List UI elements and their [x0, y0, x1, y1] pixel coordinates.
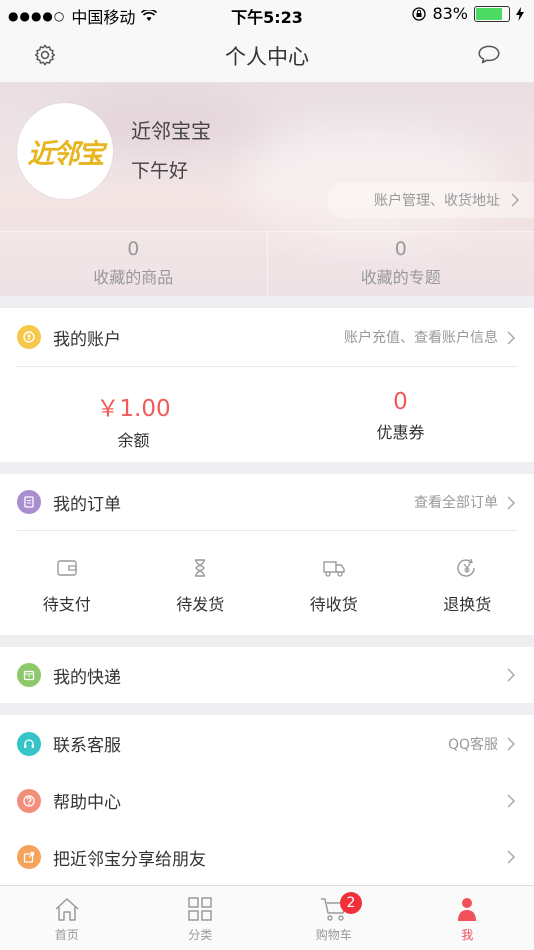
- tab-home[interactable]: 首页: [0, 886, 134, 950]
- order-pending-receipt-label: 待收货: [309, 595, 358, 614]
- wallet-icon: [57, 560, 77, 576]
- tab-category-label: 分类: [188, 928, 213, 942]
- share-app-title: 把近邻宝分享给朋友: [53, 849, 206, 870]
- chevron-right-icon: [507, 850, 516, 864]
- cart-badge: 2: [340, 892, 362, 914]
- coupon-value: 0: [393, 389, 408, 415]
- profile-header: 近邻宝 近邻宝宝 下午好 账户管理、收货地址 0 收藏的商品 0 收藏的专题: [0, 83, 534, 296]
- customer-service-title: 联系客服: [53, 736, 121, 756]
- coupon-label: 优惠券: [376, 423, 425, 442]
- balance-cell[interactable]: ￥1.00 余额: [0, 367, 267, 464]
- account-hint: 账户充值、查看账户信息: [344, 330, 498, 346]
- person-icon: [458, 898, 477, 921]
- orientation-lock-icon: [412, 6, 427, 21]
- user-name: 近邻宝宝: [131, 119, 211, 143]
- order-pending-receipt[interactable]: 待收货: [267, 531, 401, 635]
- order-returns-label: 退换货: [443, 595, 492, 614]
- status-bar: ●●●●○ 中国移动 下午5:23 83%: [0, 0, 534, 28]
- balance-label: 余额: [117, 431, 150, 450]
- order-pending-payment-label: 待支付: [42, 595, 91, 614]
- qq-service-hint: QQ客服: [447, 736, 498, 753]
- brand-logo: 近邻宝: [27, 138, 105, 170]
- question-icon: [17, 788, 41, 813]
- package-icon: [17, 663, 41, 687]
- chevron-right-icon: [507, 794, 516, 808]
- orders-card: 我的订单 查看全部订单 待支付 待发货 待收货 退换货: [0, 474, 534, 635]
- tab-cart[interactable]: 2 购物车: [267, 886, 401, 950]
- order-pending-shipment[interactable]: 待发货: [134, 531, 268, 635]
- help-center-title: 帮助中心: [53, 793, 121, 813]
- services-card: 联系客服 QQ客服 帮助中心 把近邻宝分享给朋友: [0, 715, 534, 885]
- tab-home-label: 首页: [54, 928, 79, 942]
- chevron-right-icon: [507, 331, 516, 345]
- share-app-row[interactable]: 把近邻宝分享给朋友: [0, 829, 534, 885]
- account-management-label: 账户管理、收货地址: [374, 193, 500, 209]
- account-title: 我的账户: [53, 329, 121, 350]
- page-title: 个人中心: [225, 45, 309, 69]
- favorite-topics-count: 0: [394, 238, 407, 260]
- yen-return-icon: [457, 558, 475, 577]
- headset-icon: [17, 731, 41, 756]
- express-card: 我的快递: [0, 647, 534, 703]
- chevron-right-icon: [507, 737, 516, 751]
- account-management-link[interactable]: 账户管理、收货地址: [327, 182, 534, 218]
- account-row[interactable]: 我的账户 账户充值、查看账户信息: [0, 308, 534, 366]
- home-icon: [55, 898, 79, 921]
- share-icon: [17, 845, 41, 869]
- messages-button[interactable]: [476, 42, 502, 68]
- avatar[interactable]: 近邻宝: [17, 103, 113, 199]
- customer-service-row[interactable]: 联系客服 QQ客服: [0, 715, 534, 772]
- orders-hint: 查看全部订单: [414, 495, 498, 511]
- hourglass-icon: [195, 559, 206, 577]
- favorite-goods-label: 收藏的商品: [93, 268, 174, 287]
- account-card: 我的账户 账户充值、查看账户信息 ￥1.00 余额 0 优惠券: [0, 308, 534, 462]
- coupon-cell[interactable]: 0 优惠券: [267, 367, 534, 464]
- chevron-right-icon: [511, 193, 520, 207]
- truck-icon: [323, 561, 345, 577]
- tab-cart-label: 购物车: [315, 928, 352, 942]
- balance-value: ￥1.00: [96, 396, 171, 422]
- battery-percent: 83%: [432, 4, 468, 23]
- chat-bubble-icon: [478, 45, 500, 64]
- express-title: 我的快递: [53, 667, 121, 688]
- orders-title: 我的订单: [53, 494, 121, 515]
- favorite-goods-stat[interactable]: 0 收藏的商品: [0, 232, 267, 296]
- tab-me-label: 我: [461, 928, 474, 942]
- grid-icon: [188, 897, 212, 921]
- favorites-stats: 0 收藏的商品 0 收藏的专题: [0, 231, 534, 296]
- charging-icon: [516, 6, 524, 21]
- nav-bar: 个人中心: [0, 28, 534, 83]
- order-pending-payment[interactable]: 待支付: [0, 531, 134, 635]
- express-row[interactable]: 我的快递: [0, 647, 534, 703]
- clipboard-icon: [17, 490, 41, 514]
- favorite-topics-stat[interactable]: 0 收藏的专题: [266, 232, 534, 296]
- help-center-row[interactable]: 帮助中心: [0, 772, 534, 829]
- favorite-topics-label: 收藏的专题: [360, 268, 441, 287]
- orders-row[interactable]: 我的订单 查看全部订单: [0, 474, 534, 530]
- greeting-text: 下午好: [131, 160, 189, 182]
- chevron-right-icon: [507, 668, 516, 682]
- battery-icon: [474, 5, 510, 22]
- coin-icon: [17, 325, 41, 349]
- chevron-right-icon: [507, 496, 516, 510]
- tab-bar: 首页 分类 2 购物车 我: [0, 885, 534, 950]
- tab-category[interactable]: 分类: [134, 886, 268, 950]
- tab-me[interactable]: 我: [401, 886, 534, 950]
- favorite-goods-count: 0: [127, 238, 140, 260]
- order-returns[interactable]: 退换货: [401, 531, 534, 635]
- order-pending-shipment-label: 待发货: [176, 595, 225, 614]
